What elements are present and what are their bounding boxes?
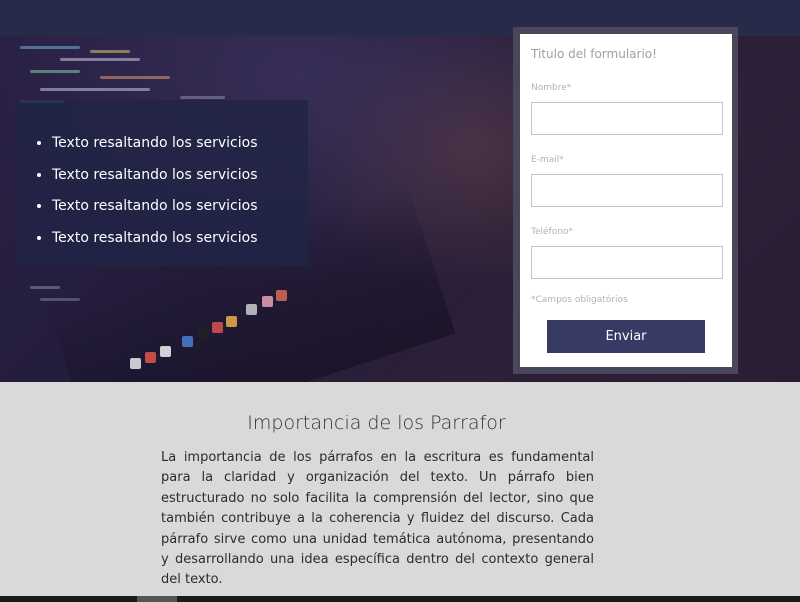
section-title: Importancia de los Parrafor bbox=[247, 412, 506, 434]
phone-input[interactable] bbox=[531, 246, 723, 279]
submit-button[interactable]: Enviar bbox=[547, 320, 705, 353]
bottom-bar bbox=[0, 596, 800, 602]
bottom-bar-tab bbox=[137, 596, 177, 602]
form-title: Titulo del formulario! bbox=[531, 47, 657, 61]
name-input[interactable] bbox=[531, 102, 723, 135]
email-label: E-mail* bbox=[531, 155, 564, 165]
name-label: Nombre* bbox=[531, 83, 572, 93]
features-list: Texto resaltando los servicios Texto res… bbox=[16, 128, 257, 254]
feature-item: Texto resaltando los servicios bbox=[52, 160, 257, 192]
section-paragraph: La importancia de los párrafos en la esc… bbox=[161, 450, 594, 588]
required-fields-note: *Campos obligatórios bbox=[531, 295, 628, 305]
contact-form: Titulo del formulario! Nombre* E-mail* T… bbox=[520, 34, 732, 367]
email-input[interactable] bbox=[531, 174, 723, 207]
feature-item: Texto resaltando los servicios bbox=[52, 128, 257, 160]
feature-item: Texto resaltando los servicios bbox=[52, 223, 257, 255]
phone-label: Teléfono* bbox=[531, 227, 573, 237]
features-panel: Texto resaltando los servicios Texto res… bbox=[16, 100, 308, 266]
feature-item: Texto resaltando los servicios bbox=[52, 191, 257, 223]
